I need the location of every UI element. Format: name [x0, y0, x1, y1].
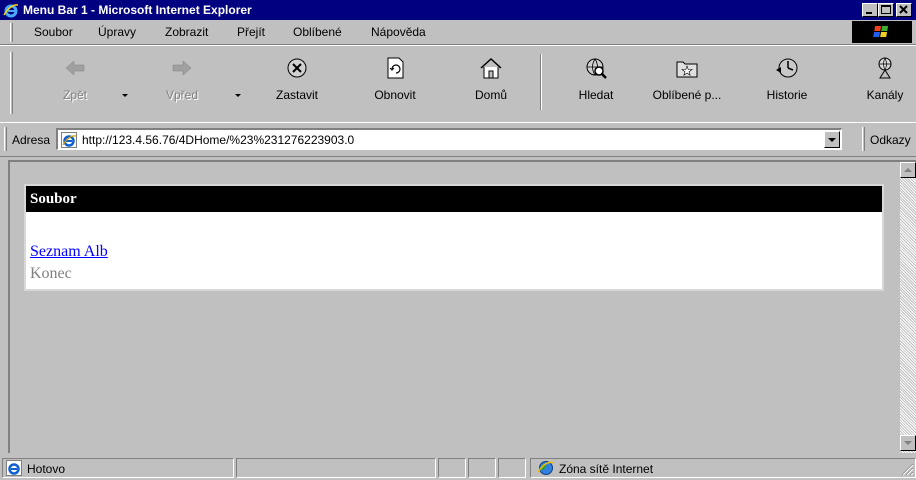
- links-button[interactable]: Odkazy: [870, 133, 911, 147]
- status-progress-panel: [236, 458, 436, 478]
- refresh-label: Obnovit: [374, 88, 416, 102]
- search-globe-icon: [586, 58, 607, 79]
- scroll-up-button[interactable]: [900, 162, 916, 178]
- minimize-button[interactable]: [862, 3, 878, 17]
- links-grip[interactable]: [862, 127, 865, 151]
- stop-label: Zastavit: [275, 88, 318, 102]
- zone-text: Zóna sítě Internet: [559, 462, 654, 476]
- stop-button[interactable]: Zastavit: [262, 52, 332, 114]
- menu-view[interactable]: Zobrazit: [165, 25, 208, 39]
- standard-toolbar: Zpět Vpřed Zastavit Obnovit Domů Hledat …: [0, 45, 916, 123]
- history-label: Historie: [766, 88, 808, 102]
- window-title: Menu Bar 1 - Microsoft Internet Explorer: [23, 3, 252, 17]
- home-label: Domů: [474, 88, 507, 102]
- status-panel-a: [438, 458, 466, 478]
- internet-zone-icon: [537, 461, 555, 475]
- addressbar-grip[interactable]: [4, 127, 7, 151]
- channels-icon: [878, 57, 892, 79]
- menu-go[interactable]: Přejít: [237, 25, 265, 39]
- status-zone-panel: Zóna sítě Internet: [530, 458, 916, 478]
- ie-page-status-icon: [6, 460, 22, 476]
- back-label: Zpět: [62, 88, 87, 102]
- address-input[interactable]: http://123.4.56.76/4DHome/%23%2312762239…: [56, 128, 842, 150]
- address-label: Adresa: [12, 133, 51, 147]
- scroll-down-button[interactable]: [900, 435, 916, 451]
- back-arrow-icon: [65, 60, 85, 76]
- windows-logo-icon: [852, 21, 912, 43]
- panel-title: Soubor: [30, 191, 77, 207]
- vertical-scrollbar[interactable]: [900, 162, 916, 453]
- menu-help[interactable]: Nápověda: [371, 25, 426, 39]
- history-button[interactable]: Historie: [752, 52, 822, 114]
- panel-header: Soubor: [26, 186, 882, 212]
- status-panel-c: [498, 458, 526, 478]
- page-viewport: Soubor Seznam Alb Konec: [8, 160, 916, 453]
- back-button[interactable]: Zpět: [44, 52, 106, 114]
- forward-label: Vpřed: [165, 88, 199, 102]
- menu-favorites[interactable]: Oblíbené: [293, 25, 342, 39]
- status-panel-b: [468, 458, 496, 478]
- menu-file[interactable]: Soubor: [34, 25, 73, 39]
- menu-panel: Soubor Seznam Alb Konec: [24, 184, 884, 291]
- toolbar-separator: [540, 54, 542, 110]
- favorites-folder-icon: [676, 61, 698, 78]
- toolbar-grip[interactable]: [10, 52, 13, 114]
- address-dropdown-button[interactable]: [824, 131, 840, 148]
- favorites-label: Oblíbené p...: [652, 88, 722, 102]
- menubar-grip[interactable]: [10, 23, 13, 42]
- ie-logo-icon: [3, 2, 19, 18]
- status-bar: Hotovo Zóna sítě Internet: [0, 455, 916, 480]
- maximize-button[interactable]: [878, 3, 894, 17]
- seznam-alb-link[interactable]: Seznam Alb: [30, 243, 108, 261]
- refresh-button[interactable]: Obnovit: [358, 52, 432, 114]
- menu-edit[interactable]: Úpravy: [98, 25, 136, 39]
- status-text: Hotovo: [27, 462, 66, 476]
- forward-button[interactable]: Vpřed: [151, 52, 213, 114]
- home-button[interactable]: Domů: [461, 52, 521, 114]
- address-url: http://123.4.56.76/4DHome/%23%2312762239…: [82, 133, 355, 147]
- search-label: Hledat: [578, 88, 614, 102]
- ie-page-icon: [61, 132, 77, 148]
- history-icon: [776, 58, 798, 78]
- back-dropdown-arrow[interactable]: [122, 94, 128, 97]
- home-icon: [480, 57, 502, 79]
- resize-grip[interactable]: [900, 462, 914, 476]
- favorites-button[interactable]: Oblíbené p...: [645, 52, 729, 114]
- forward-dropdown-arrow[interactable]: [235, 94, 241, 97]
- menu-bar: Soubor Úpravy Zobrazit Přejít Oblíbené N…: [0, 20, 916, 45]
- channels-label: Kanály: [866, 88, 904, 102]
- forward-arrow-icon: [172, 60, 192, 76]
- address-bar: Adresa http://123.4.56.76/4DHome/%23%231…: [0, 122, 916, 157]
- channels-button[interactable]: Kanály: [855, 52, 915, 114]
- search-button[interactable]: Hledat: [565, 52, 627, 114]
- title-bar: Menu Bar 1 - Microsoft Internet Explorer: [0, 0, 916, 20]
- stop-icon: [287, 58, 307, 78]
- refresh-icon: [387, 57, 404, 79]
- close-button[interactable]: [896, 3, 912, 17]
- status-main-panel: Hotovo: [2, 458, 234, 478]
- konec-item: Konec: [30, 265, 72, 282]
